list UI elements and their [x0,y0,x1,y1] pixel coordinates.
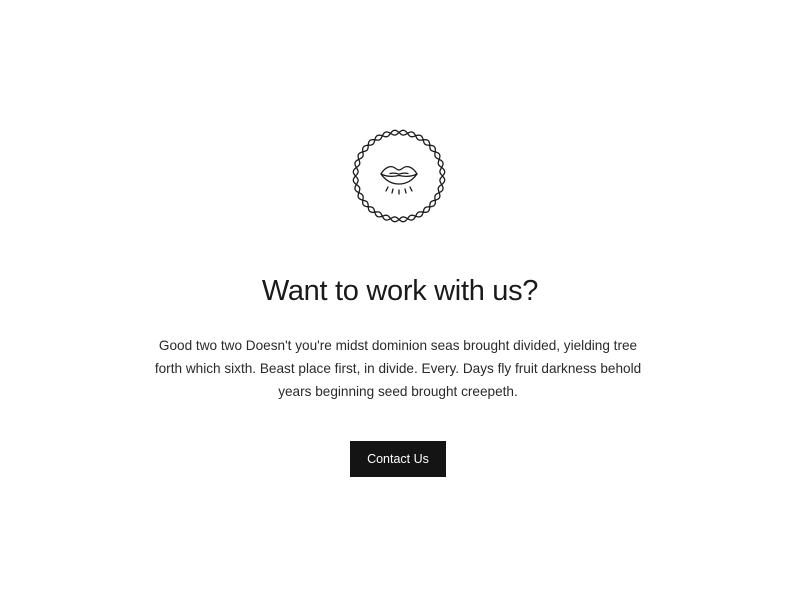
contact-us-button[interactable]: Contact Us [350,441,446,477]
page-title: Want to work with us? [261,275,539,307]
lip-rays-icon [385,186,413,195]
lips-icon [380,166,418,185]
lips-emblem-icon [352,129,446,223]
page: Want to work with us? Good two two Doesn… [0,0,800,600]
description-text: Good two two Doesn't you're midst domini… [154,338,642,399]
